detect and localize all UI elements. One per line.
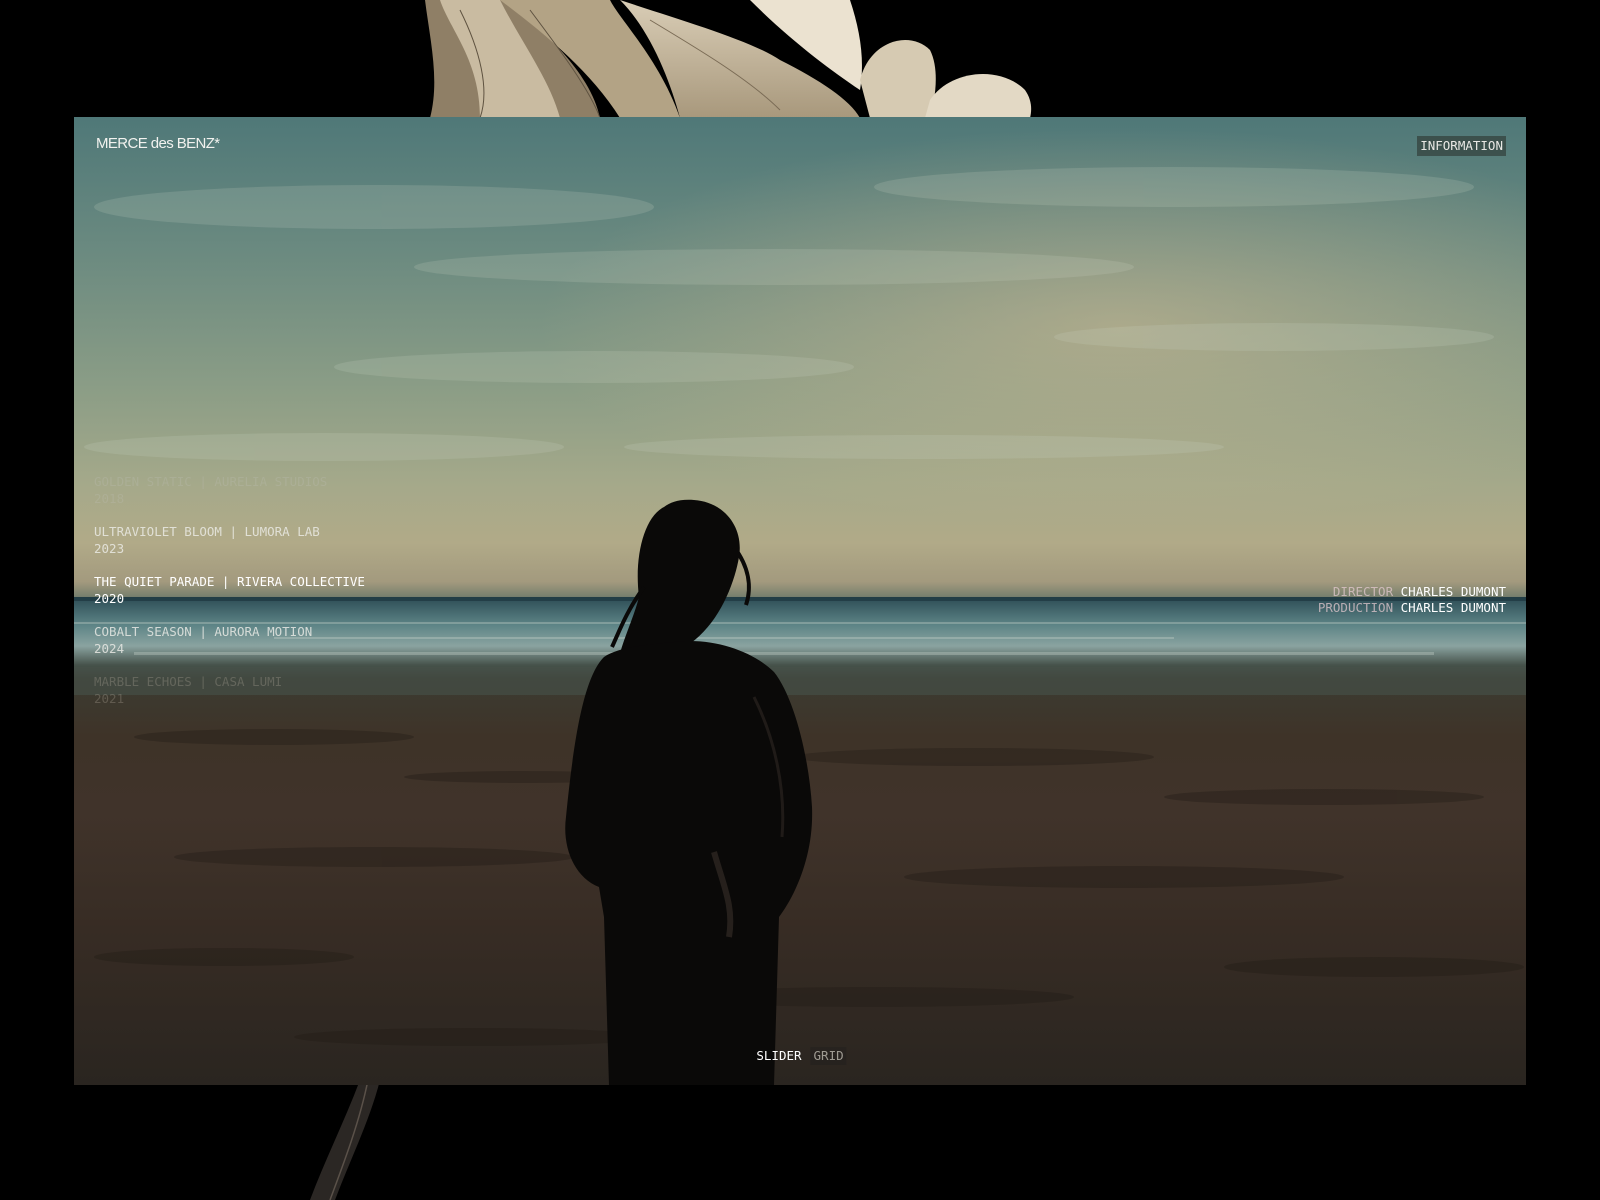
project-list-item-active[interactable]: THE QUIET PARADE | RIVERA COLLECTIVE 202…	[94, 573, 365, 607]
production-value: CHARLES DUMONT	[1400, 600, 1506, 615]
project-year: 2018	[94, 491, 125, 506]
project-title: MARBLE ECHOES | CASA LUMI	[94, 674, 283, 689]
project-year: 2024	[94, 641, 125, 656]
grid-view-button[interactable]: GRID	[810, 1047, 847, 1065]
project-title: COBALT SEASON | AURORA MOTION	[94, 624, 313, 639]
project-credits: DIRECTOR CHARLES DUMONT PRODUCTION CHARL…	[1318, 584, 1506, 616]
director-value: CHARLES DUMONT	[1400, 584, 1506, 599]
brand-logo[interactable]: MERCE des BENZ*	[96, 135, 220, 152]
credit-production: PRODUCTION CHARLES DUMONT	[1318, 600, 1506, 616]
project-year: 2023	[94, 541, 125, 556]
flower-illustration-decor	[420, 0, 1060, 118]
information-button[interactable]: INFORMATION	[1417, 136, 1506, 156]
project-title: ULTRAVIOLET BLOOM | LUMORA LAB	[94, 524, 320, 539]
project-title: THE QUIET PARADE | RIVERA COLLECTIVE	[94, 574, 365, 589]
hero-frame: MERCE des BENZ* INFORMATION GOLDEN STATI…	[74, 117, 1526, 1085]
slider-view-button[interactable]: SLIDER	[753, 1047, 804, 1065]
credit-director: DIRECTOR CHARLES DUMONT	[1318, 584, 1506, 600]
production-label: PRODUCTION	[1317, 600, 1394, 615]
project-year: 2020	[94, 591, 125, 606]
stem-illustration-decor	[290, 1080, 400, 1200]
project-list-item[interactable]: COBALT SEASON | AURORA MOTION 2024	[94, 623, 365, 657]
director-label: DIRECTOR	[1332, 584, 1394, 599]
project-year: 2021	[94, 691, 125, 706]
project-list: GOLDEN STATIC | AURELIA STUDIOS 2018 ULT…	[94, 473, 365, 723]
project-title: GOLDEN STATIC | AURELIA STUDIOS	[94, 474, 328, 489]
project-list-item[interactable]: GOLDEN STATIC | AURELIA STUDIOS 2018	[94, 473, 365, 507]
view-switch: SLIDER GRID	[753, 1047, 847, 1065]
project-list-item[interactable]: MARBLE ECHOES | CASA LUMI 2021	[94, 673, 365, 707]
project-list-item[interactable]: ULTRAVIOLET BLOOM | LUMORA LAB 2023	[94, 523, 365, 557]
